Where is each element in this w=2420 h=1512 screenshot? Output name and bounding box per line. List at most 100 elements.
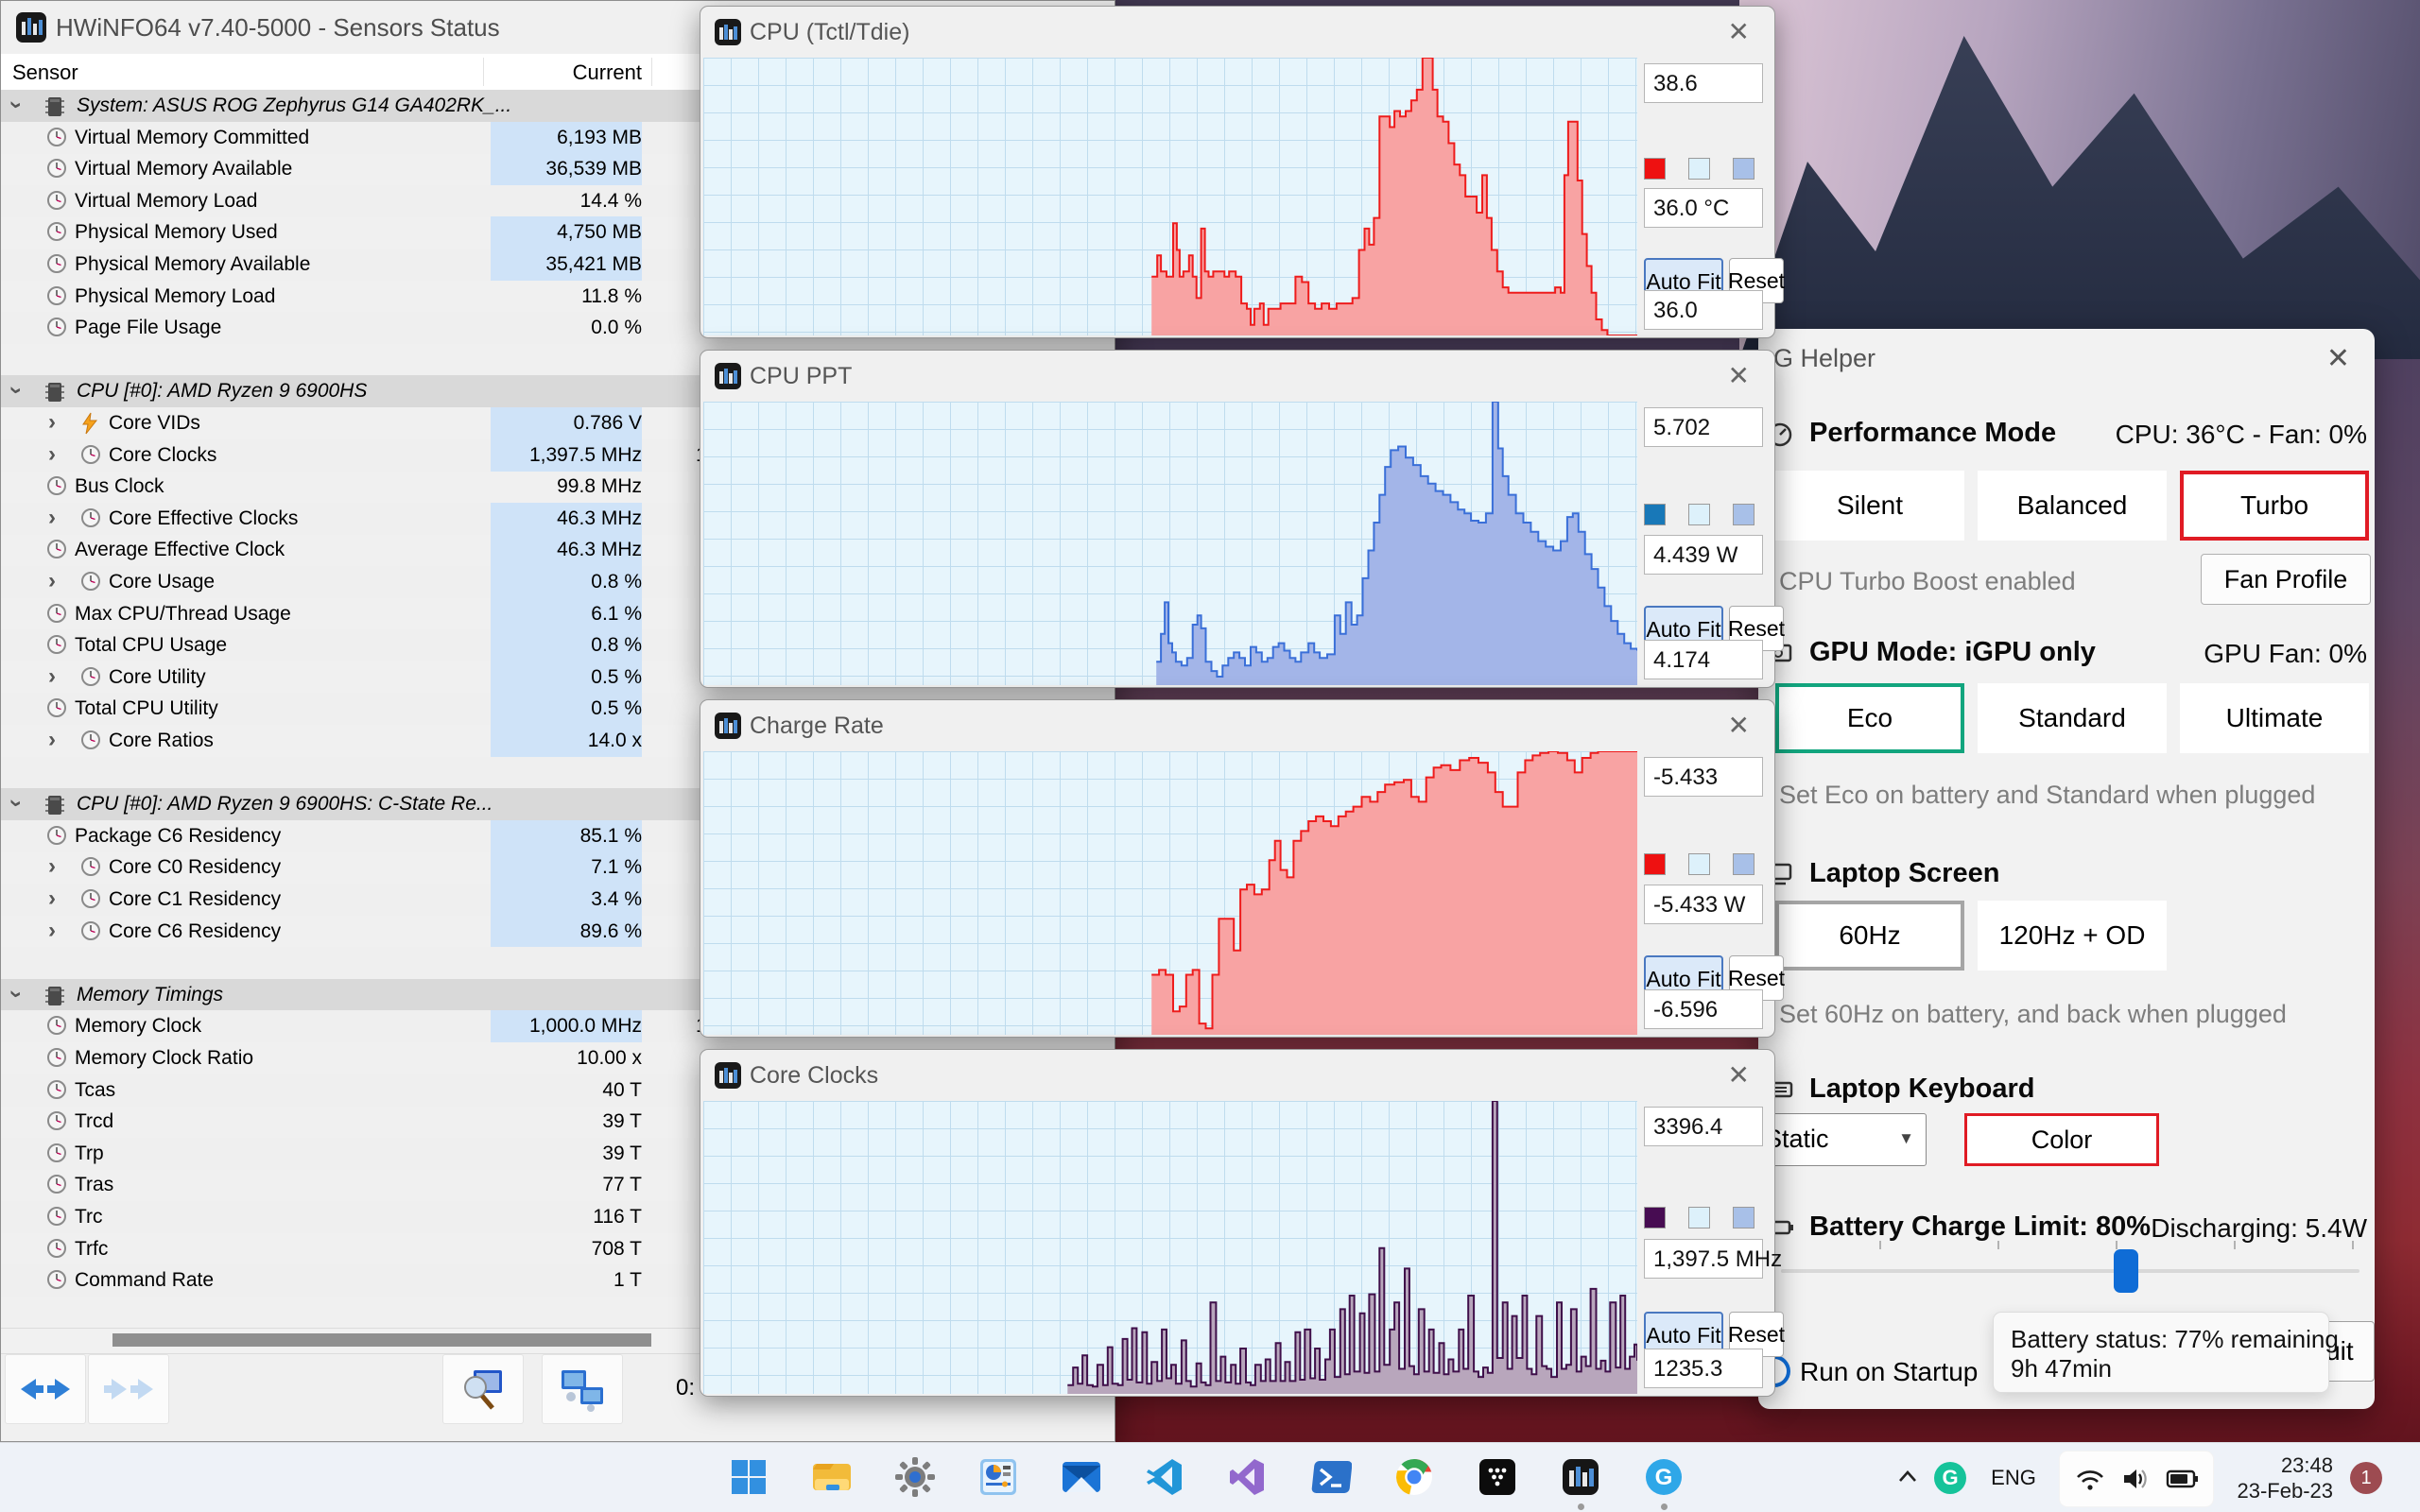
- sensor-current-value: 116 T: [593, 1206, 642, 1228]
- legend-color-swatch[interactable]: [1644, 1207, 1666, 1228]
- taskbar-icon-streaming-app[interactable]: [1473, 1452, 1522, 1502]
- taskbar-icon-mail[interactable]: [1057, 1452, 1106, 1502]
- gpu-mode-ultimate-button[interactable]: Ultimate: [2180, 683, 2369, 753]
- graph-color-legend: [1644, 504, 1754, 525]
- taskbar-icon-visual-studio[interactable]: [1223, 1452, 1272, 1502]
- chevron-collapsed-icon[interactable]: ›: [48, 919, 56, 942]
- hwinfo-logo-icon: [714, 362, 742, 395]
- column-sensor[interactable]: Sensor: [12, 60, 78, 85]
- graph-titlebar[interactable]: Charge Rate ✕: [700, 700, 1774, 751]
- sensor-clock-icon: [46, 285, 67, 312]
- fan-profile-button[interactable]: Fan Profile: [2201, 554, 2371, 605]
- graph-side-panel: 3396.4 1,397.5 MHz Auto Fit Reset 1235.3: [1642, 1101, 1785, 1394]
- chevron-collapsed-icon[interactable]: ›: [48, 855, 56, 878]
- sensor-current-value: 40 T: [602, 1078, 642, 1101]
- chevron-expanded-icon[interactable]: ›: [4, 101, 29, 109]
- refresh-120hz-button[interactable]: 120Hz + OD: [1978, 901, 2167, 971]
- language-indicator[interactable]: ENG: [1985, 1466, 2042, 1490]
- graph-color-legend: [1644, 158, 1754, 180]
- sensor-current-value: 39 T: [602, 1142, 642, 1164]
- taskbar-icon-hwinfo[interactable]: [1556, 1452, 1605, 1502]
- chevron-collapsed-icon[interactable]: ›: [48, 887, 56, 910]
- tray-date: 23-Feb-23: [2237, 1479, 2333, 1503]
- legend-color-swatch[interactable]: [1733, 853, 1754, 875]
- sensor-label: Bus Clock: [75, 475, 164, 498]
- sensor-label: Core Ratios: [109, 730, 214, 751]
- sensor-label: Core Clocks: [109, 443, 217, 466]
- graph-titlebar[interactable]: Core Clocks ✕: [700, 1050, 1774, 1101]
- chevron-collapsed-icon[interactable]: ›: [48, 442, 56, 466]
- g-helper-title: G Helper: [1773, 344, 1876, 372]
- taskbar-icon-chrome[interactable]: [1390, 1452, 1439, 1502]
- battery-limit-slider[interactable]: [1781, 1241, 2360, 1293]
- perf-mode-turbo-button[interactable]: Turbo: [2180, 471, 2369, 541]
- chevron-expanded-icon[interactable]: ›: [4, 799, 29, 807]
- graph-titlebar[interactable]: CPU (Tctl/Tdie) ✕: [700, 7, 1774, 58]
- perf-mode-silent-button[interactable]: Silent: [1775, 471, 1964, 541]
- collapse-all-button[interactable]: [88, 1354, 169, 1424]
- chevron-collapsed-icon[interactable]: ›: [48, 506, 56, 529]
- legend-color-swatch[interactable]: [1733, 158, 1754, 180]
- chevron-collapsed-icon[interactable]: ›: [48, 570, 56, 593]
- keyboard-color-button[interactable]: Color: [1964, 1113, 2159, 1166]
- grammarly-tray-icon[interactable]: G: [1934, 1462, 1966, 1494]
- gpu-mode-eco-button[interactable]: Eco: [1775, 683, 1964, 753]
- taskbar-icon-g-helper[interactable]: G: [1639, 1452, 1688, 1502]
- chevron-collapsed-icon[interactable]: ›: [48, 729, 56, 751]
- taskbar-icon-start[interactable]: [724, 1452, 773, 1502]
- expand-all-button[interactable]: [5, 1354, 86, 1424]
- sensor-clock-icon: [46, 1143, 67, 1169]
- group-label: CPU [#0]: AMD Ryzen 9 6900HS: [77, 380, 368, 403]
- graph-titlebar[interactable]: CPU PPT ✕: [700, 351, 1774, 402]
- taskbar-icon-explorer[interactable]: [807, 1452, 856, 1502]
- legend-color-swatch[interactable]: [1644, 504, 1666, 525]
- scrollbar-thumb[interactable]: [112, 1333, 651, 1347]
- tray-status-pill[interactable]: [2059, 1451, 2214, 1507]
- legend-color-swatch[interactable]: [1644, 853, 1666, 875]
- taskbar-icon-powershell[interactable]: [1306, 1452, 1356, 1502]
- chevron-collapsed-icon[interactable]: ›: [48, 664, 56, 688]
- chip-icon: [44, 984, 65, 1014]
- taskbar-icon-system-monitor[interactable]: [974, 1452, 1023, 1502]
- legend-color-swatch[interactable]: [1688, 853, 1710, 875]
- legend-color-swatch[interactable]: [1688, 504, 1710, 525]
- close-icon[interactable]: ✕: [2326, 342, 2350, 375]
- chevron-collapsed-icon[interactable]: ›: [48, 411, 56, 434]
- sensor-clock-icon: [46, 127, 67, 153]
- taskbar-icon-settings[interactable]: [890, 1452, 940, 1502]
- gpu-mode-standard-button[interactable]: Standard: [1978, 683, 2167, 753]
- sensor-clock-icon: [80, 444, 101, 471]
- column-current[interactable]: Current: [491, 60, 642, 85]
- close-icon[interactable]: ✕: [1728, 710, 1750, 741]
- sensor-label: Command Rate: [75, 1269, 215, 1292]
- refresh-60hz-button[interactable]: 60Hz: [1775, 901, 1964, 971]
- tray-chevron-up-icon[interactable]: [1891, 1460, 1925, 1494]
- legend-color-swatch[interactable]: [1733, 1207, 1754, 1228]
- battery-limit-slider-handle[interactable]: [2114, 1249, 2138, 1293]
- perf-mode-balanced-button[interactable]: Balanced: [1978, 471, 2167, 541]
- clock-date[interactable]: 23:48 23-Feb-23: [2220, 1452, 2333, 1503]
- chevron-expanded-icon[interactable]: ›: [4, 387, 29, 394]
- sensor-current-value: 4,750 MB: [491, 216, 642, 249]
- notification-badge[interactable]: 1: [2350, 1462, 2382, 1494]
- graph-window-charge-rate: Charge Rate ✕ -5.433 -5.433 W Auto Fit Reset -…: [700, 699, 1785, 1038]
- keyboard-mode-dropdown[interactable]: Static ▼: [1753, 1113, 1927, 1166]
- sensor-current-value: 1 T: [614, 1269, 642, 1292]
- legend-color-swatch[interactable]: [1688, 158, 1710, 180]
- sensor-clock-icon: [46, 190, 67, 216]
- close-icon[interactable]: ✕: [1728, 1059, 1750, 1091]
- taskbar-icon-vscode[interactable]: [1140, 1452, 1189, 1502]
- graph-current-value: 4.439 W: [1644, 535, 1763, 575]
- chevron-expanded-icon[interactable]: ›: [4, 990, 29, 998]
- close-icon[interactable]: ✕: [1728, 16, 1750, 47]
- sensor-clock-icon: [46, 1110, 67, 1137]
- system-summary-button[interactable]: [442, 1354, 524, 1424]
- sensor-label: Core C1 Residency: [109, 888, 282, 910]
- graph-color-legend: [1644, 853, 1754, 875]
- legend-color-swatch[interactable]: [1733, 504, 1754, 525]
- legend-color-swatch[interactable]: [1688, 1207, 1710, 1228]
- legend-color-swatch[interactable]: [1644, 158, 1666, 180]
- horizontal-scrollbar[interactable]: [1, 1328, 703, 1354]
- close-icon[interactable]: ✕: [1728, 360, 1750, 391]
- remote-monitoring-button[interactable]: [542, 1354, 623, 1424]
